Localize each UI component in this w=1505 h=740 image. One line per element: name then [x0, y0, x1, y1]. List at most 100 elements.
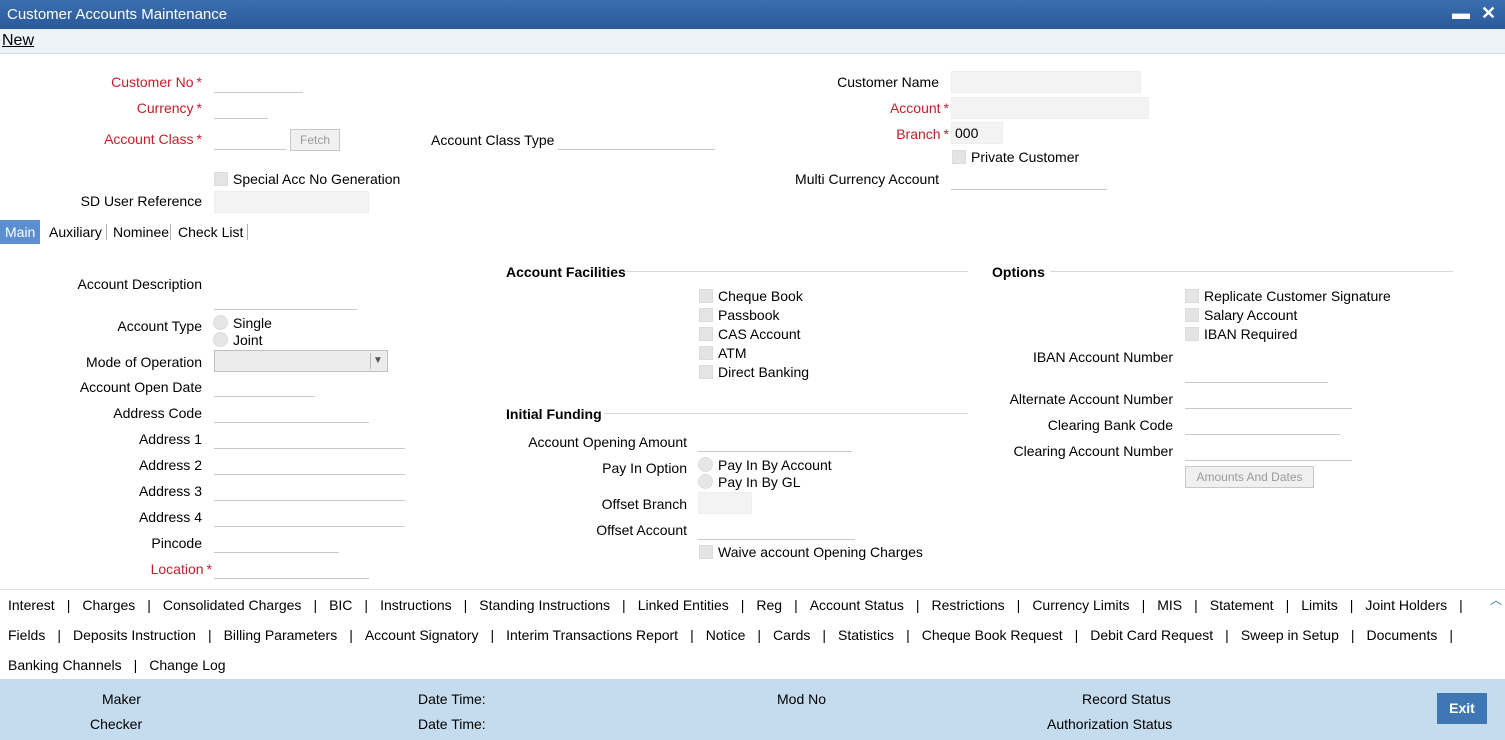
tab-auxiliary[interactable]: Auxiliary [44, 220, 107, 244]
link-billing-parameters[interactable]: Billing Parameters [224, 627, 338, 643]
pay-in-by-gl-radio[interactable] [698, 474, 713, 489]
mode-of-operation-label: Mode of Operation [86, 354, 202, 370]
link-interest[interactable]: Interest [8, 597, 55, 613]
multi-currency-input[interactable] [951, 170, 1107, 190]
pay-in-by-account-radio[interactable] [698, 457, 713, 472]
link-mis[interactable]: MIS [1157, 597, 1182, 613]
sd-user-reference-input[interactable] [214, 191, 369, 213]
cheque-book-checkbox[interactable] [699, 289, 713, 303]
account-opening-amount-input[interactable] [698, 432, 852, 452]
cas-account-checkbox[interactable] [699, 327, 713, 341]
atm-checkbox[interactable] [699, 346, 713, 360]
new-link[interactable]: New [2, 32, 34, 50]
account-description-input[interactable] [214, 290, 357, 310]
link-linked-entities[interactable]: Linked Entities [638, 597, 729, 613]
link-banking-channels[interactable]: Banking Channels [8, 657, 122, 673]
scroll-up-icon[interactable]: ︿ [1490, 591, 1502, 608]
address4-input[interactable] [214, 507, 405, 527]
passbook-checkbox[interactable] [699, 308, 713, 322]
link-standing-instructions[interactable]: Standing Instructions [479, 597, 610, 613]
tab-strip: Main Auxiliary Nominee Check List [0, 220, 260, 244]
link-statistics[interactable]: Statistics [838, 627, 894, 643]
mode-of-operation-select[interactable]: ▼ [214, 350, 388, 372]
divider [1050, 271, 1453, 272]
account-class-type-input[interactable] [558, 130, 715, 150]
minimize-icon[interactable]: ▬ [1452, 3, 1470, 24]
pincode-input[interactable] [214, 533, 339, 553]
address-code-input[interactable] [214, 403, 369, 423]
private-customer-label: Private Customer [971, 149, 1080, 165]
currency-input[interactable] [214, 99, 268, 119]
iban-required-checkbox[interactable] [1185, 327, 1199, 341]
iban-account-number-input[interactable] [1185, 363, 1328, 383]
salary-account-checkbox[interactable] [1185, 308, 1199, 322]
link-interim-transactions-report[interactable]: Interim Transactions Report [506, 627, 678, 643]
link-debit-card-request[interactable]: Debit Card Request [1090, 627, 1213, 643]
link-change-log[interactable]: Change Log [149, 657, 225, 673]
link-restrictions[interactable]: Restrictions [932, 597, 1005, 613]
link-documents[interactable]: Documents [1367, 627, 1438, 643]
link-consolidated-charges[interactable]: Consolidated Charges [163, 597, 302, 613]
initial-funding-heading: Initial Funding [506, 406, 602, 422]
link-account-status[interactable]: Account Status [810, 597, 904, 613]
link-sweep-in-setup[interactable]: Sweep in Setup [1241, 627, 1339, 643]
offset-account-input[interactable] [698, 520, 855, 540]
link-joint-holders[interactable]: Joint Holders [1365, 597, 1447, 613]
cheque-book-label: Cheque Book [718, 288, 803, 304]
alternate-account-number-input[interactable] [1185, 389, 1352, 409]
account-type-label: Account Type [117, 318, 202, 334]
tab-nominee[interactable]: Nominee [108, 220, 174, 244]
exit-button[interactable]: Exit [1437, 693, 1487, 724]
clearing-bank-code-input[interactable] [1185, 415, 1340, 435]
amounts-and-dates-button[interactable]: Amounts And Dates [1185, 466, 1314, 488]
special-acc-no-checkbox[interactable] [214, 172, 228, 186]
link-separator: | [915, 597, 920, 613]
link-reg[interactable]: Reg [756, 597, 782, 613]
account-facilities-heading: Account Facilities [506, 264, 626, 280]
location-input[interactable] [214, 559, 369, 579]
link-account-signatory[interactable]: Account Signatory [365, 627, 479, 643]
customer-name-input[interactable] [951, 71, 1141, 93]
waive-charges-label: Waive account Opening Charges [718, 544, 923, 560]
address1-input[interactable] [214, 429, 405, 449]
link-cheque-book-request[interactable]: Cheque Book Request [922, 627, 1063, 643]
link-statement[interactable]: Statement [1210, 597, 1274, 613]
clearing-account-number-input[interactable] [1185, 441, 1352, 461]
replicate-signature-checkbox[interactable] [1185, 289, 1199, 303]
tab-check-list[interactable]: Check List [173, 220, 248, 244]
account-class-input[interactable] [214, 130, 286, 150]
special-acc-no-label: Special Acc No Generation [233, 171, 401, 187]
link-separator: | [1225, 627, 1229, 643]
checker-label: Checker [90, 716, 143, 732]
fetch-button[interactable]: Fetch [290, 129, 340, 151]
address2-label: Address 2 [138, 457, 202, 473]
address-code-label: Address Code [113, 405, 202, 421]
account-open-date-input[interactable] [214, 377, 315, 397]
address2-input[interactable] [214, 455, 405, 475]
pay-in-by-account-label: Pay In By Account [718, 457, 832, 473]
branch-input[interactable] [951, 122, 1003, 144]
account-label: Account * [889, 100, 949, 116]
link-currency-limits[interactable]: Currency Limits [1032, 597, 1129, 613]
link-fields[interactable]: Fields [8, 627, 45, 643]
offset-branch-input[interactable] [698, 492, 752, 514]
tab-main[interactable]: Main [0, 220, 41, 244]
address3-input[interactable] [214, 481, 405, 501]
link-limits[interactable]: Limits [1301, 597, 1338, 613]
link-notice[interactable]: Notice [706, 627, 746, 643]
tab-separator [170, 224, 171, 240]
account-input[interactable] [951, 97, 1149, 119]
link-instructions[interactable]: Instructions [380, 597, 452, 613]
single-radio[interactable] [213, 315, 228, 330]
pay-in-option-label: Pay In Option [602, 460, 687, 476]
link-charges[interactable]: Charges [82, 597, 135, 613]
link-bic[interactable]: BIC [329, 597, 352, 613]
link-cards[interactable]: Cards [773, 627, 810, 643]
close-icon[interactable]: ✕ [1481, 3, 1496, 24]
private-customer-checkbox[interactable] [952, 150, 966, 164]
link-deposits-instruction[interactable]: Deposits Instruction [73, 627, 196, 643]
joint-radio[interactable] [213, 332, 228, 347]
direct-banking-checkbox[interactable] [699, 365, 713, 379]
customer-no-input[interactable] [214, 73, 303, 93]
waive-charges-checkbox[interactable] [699, 545, 713, 559]
